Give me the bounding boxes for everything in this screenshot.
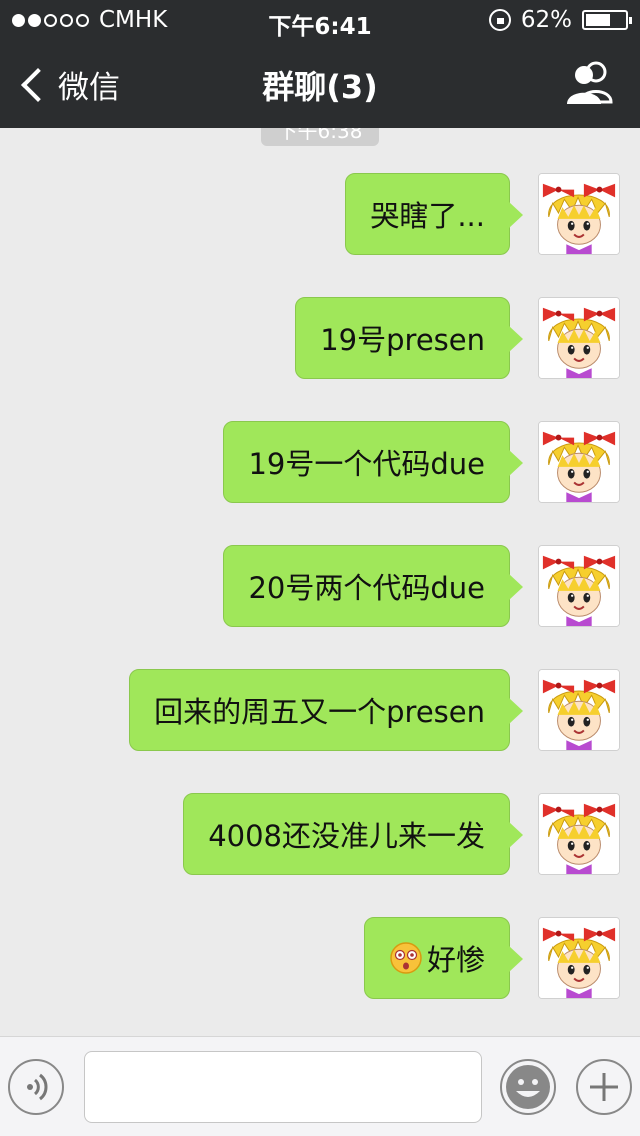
- dizzy-face-icon: [390, 942, 422, 974]
- battery-percent: 62%: [520, 7, 572, 33]
- message-row: 19号presen: [295, 296, 620, 380]
- message-text: 好惨: [426, 943, 485, 977]
- avatar[interactable]: [538, 297, 620, 379]
- message-bubble[interactable]: 回来的周五又一个presen: [129, 669, 523, 751]
- message-bubble[interactable]: 20号两个代码due: [223, 545, 523, 627]
- voice-icon: [27, 1073, 48, 1101]
- message-text: 19号presen: [320, 323, 485, 357]
- message-text: 哭瞎了...: [370, 199, 485, 233]
- rotation-lock-icon: [488, 9, 511, 31]
- top-bar: CMHK 下午6:41 62% 微信 群聊(3): [0, 0, 640, 128]
- message-text: 20号两个代码due: [248, 571, 485, 605]
- group-members-icon[interactable]: [564, 60, 614, 106]
- smiley-icon: [506, 1065, 550, 1109]
- message-text: 回来的周五又一个presen: [154, 695, 485, 729]
- avatar[interactable]: [538, 669, 620, 751]
- message-row: 回来的周五又一个presen: [129, 668, 620, 752]
- nav-bar: 微信 群聊(3): [0, 40, 640, 128]
- avatar[interactable]: [538, 173, 620, 255]
- message-row: 哭瞎了...: [345, 172, 620, 256]
- message-input[interactable]: [84, 1051, 482, 1123]
- status-right: 62%: [488, 7, 632, 33]
- plus-icon: [590, 1073, 618, 1101]
- voice-button[interactable]: [8, 1059, 64, 1115]
- message-row: 好惨: [363, 916, 620, 1000]
- avatar[interactable]: [538, 793, 620, 875]
- message-row: 20号两个代码due: [223, 544, 620, 628]
- message-bubble[interactable]: 19号presen: [295, 297, 523, 379]
- message-bubble[interactable]: 好惨: [363, 917, 524, 999]
- avatar[interactable]: [538, 421, 620, 503]
- message-text: 4008还没准儿来一发: [208, 819, 485, 853]
- message-bubble[interactable]: 4008还没准儿来一发: [183, 793, 523, 875]
- message-text: 19号一个代码due: [248, 447, 485, 481]
- avatar[interactable]: [538, 917, 620, 999]
- message-row: 19号一个代码due: [223, 420, 620, 504]
- input-bar: [0, 1036, 640, 1136]
- message-bubble[interactable]: 19号一个代码due: [223, 421, 523, 503]
- page-title: 群聊(3): [262, 68, 378, 106]
- avatar[interactable]: [538, 545, 620, 627]
- battery-icon: [582, 10, 632, 30]
- status-bar: CMHK 下午6:41 62%: [0, 0, 640, 40]
- message-bubble[interactable]: 哭瞎了...: [345, 173, 523, 255]
- more-button[interactable]: [576, 1059, 632, 1115]
- emoji-button[interactable]: [500, 1059, 556, 1115]
- message-row: 4008还没准儿来一发: [183, 792, 620, 876]
